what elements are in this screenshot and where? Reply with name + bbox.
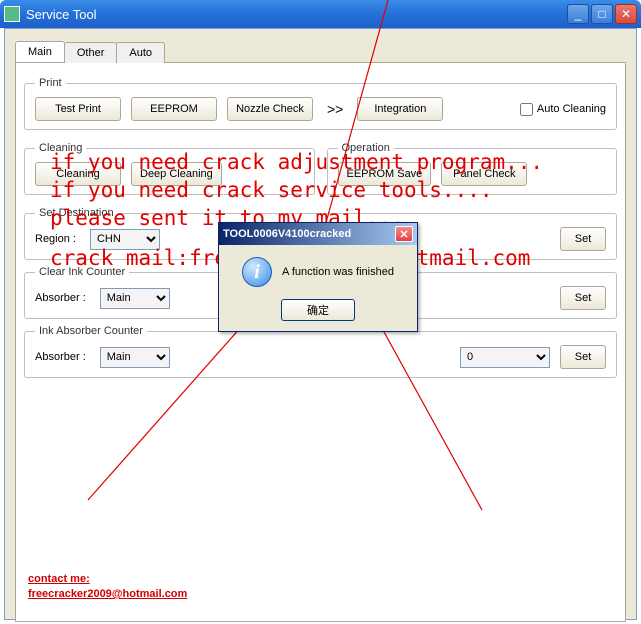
- ink-abs-absorber-label: Absorber :: [35, 351, 86, 363]
- message-dialog: TOOL0006V4100cracked ✕ i A function was …: [218, 222, 418, 332]
- auto-cleaning-checkbox[interactable]: Auto Cleaning: [520, 103, 606, 116]
- group-operation-legend: Operation: [338, 142, 394, 154]
- clear-ink-absorber-label: Absorber :: [35, 292, 86, 304]
- clear-ink-set-button[interactable]: Set: [560, 286, 606, 310]
- dialog-title: TOOL0006V4100cracked: [223, 228, 395, 240]
- group-print-legend: Print: [35, 77, 66, 89]
- more-icon[interactable]: >>: [323, 101, 347, 117]
- deep-cleaning-button[interactable]: Deep Cleaning: [131, 162, 222, 186]
- group-set-destination-legend: Set Destination: [35, 207, 118, 219]
- close-button[interactable]: ✕: [615, 4, 637, 24]
- group-cleaning-legend: Cleaning: [35, 142, 86, 154]
- test-print-button[interactable]: Test Print: [35, 97, 121, 121]
- eeprom-button[interactable]: EEPROM: [131, 97, 217, 121]
- minimize-button[interactable]: _: [567, 4, 589, 24]
- auto-cleaning-label: Auto Cleaning: [537, 103, 606, 115]
- dialog-close-button[interactable]: ✕: [395, 226, 413, 242]
- nozzle-check-button[interactable]: Nozzle Check: [227, 97, 313, 121]
- tab-bar: Main Other Auto: [5, 29, 636, 62]
- region-select[interactable]: CHN: [90, 229, 160, 250]
- region-label: Region :: [35, 233, 76, 245]
- dialog-titlebar: TOOL0006V4100cracked ✕: [219, 223, 417, 245]
- group-ink-absorber-legend: Ink Absorber Counter: [35, 325, 147, 337]
- dialog-ok-button[interactable]: 确定: [281, 299, 355, 321]
- group-operation: Operation EEPROM Save Panel Check: [327, 142, 618, 195]
- tab-auto[interactable]: Auto: [116, 42, 165, 63]
- group-clear-ink-legend: Clear Ink Counter: [35, 266, 129, 278]
- set-destination-button[interactable]: Set: [560, 227, 606, 251]
- group-ink-absorber: Ink Absorber Counter Absorber : Main 0 S…: [24, 325, 617, 378]
- maximize-button[interactable]: □: [591, 4, 613, 24]
- panel-check-button[interactable]: Panel Check: [441, 162, 527, 186]
- integration-button[interactable]: Integration: [357, 97, 443, 121]
- app-icon: [4, 6, 20, 22]
- tab-main[interactable]: Main: [15, 41, 65, 62]
- info-icon: i: [242, 257, 272, 287]
- window-title: Service Tool: [26, 7, 567, 22]
- cleaning-button[interactable]: Cleaning: [35, 162, 121, 186]
- clear-ink-absorber-select[interactable]: Main: [100, 288, 170, 309]
- ink-abs-counter-select[interactable]: 0: [460, 347, 550, 368]
- auto-cleaning-input[interactable]: [520, 103, 533, 116]
- group-print: Print Test Print EEPROM Nozzle Check >> …: [24, 77, 617, 130]
- tab-content: Print Test Print EEPROM Nozzle Check >> …: [15, 62, 626, 622]
- dialog-message: A function was finished: [282, 266, 394, 278]
- ink-abs-set-button[interactable]: Set: [560, 345, 606, 369]
- tab-other[interactable]: Other: [64, 42, 118, 63]
- eeprom-save-button[interactable]: EEPROM Save: [338, 162, 432, 186]
- ink-abs-absorber-select[interactable]: Main: [100, 347, 170, 368]
- titlebar: Service Tool _ □ ✕: [0, 0, 641, 28]
- group-cleaning: Cleaning Cleaning Deep Cleaning: [24, 142, 315, 195]
